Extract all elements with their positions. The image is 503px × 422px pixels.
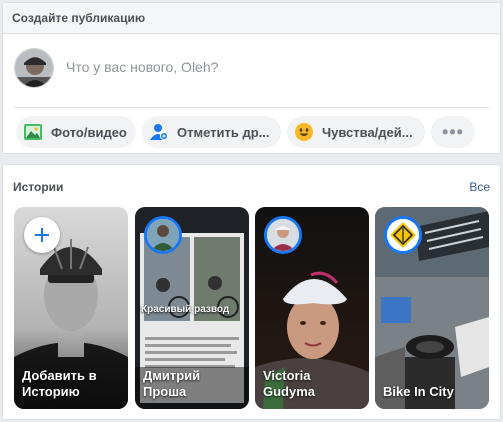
story-card-bike-in-city[interactable]: Bike In City — [375, 207, 489, 409]
tag-friends-icon — [148, 121, 170, 143]
story-card-victoria[interactable]: Victoria Gudyma — [255, 207, 369, 409]
see-all-stories-link[interactable]: Все — [469, 180, 490, 194]
create-post-card: Создайте публикацию Что у вас нового, Ol… — [2, 2, 501, 154]
story-caption: Красивый развод — [141, 304, 230, 315]
tag-friends-label: Отметить др... — [177, 124, 270, 140]
add-story-plus-icon[interactable] — [24, 217, 60, 253]
story-name: Bike In City — [383, 384, 454, 399]
feeling-activity-label: Чувства/дей... — [322, 124, 413, 140]
feeling-activity-button[interactable]: Чувства/дей... — [287, 116, 425, 148]
composer-body: Что у вас нового, Oleh? — [3, 34, 500, 106]
story-name: Добавить в Историю — [22, 368, 97, 399]
story-card-dmitriy[interactable]: Красивый развод Дмитрий Проша — [135, 207, 249, 409]
more-options-button[interactable]: ••• — [431, 116, 475, 148]
photo-video-button[interactable]: Фото/видео — [16, 116, 136, 148]
tag-friends-button[interactable]: Отметить др... — [142, 116, 281, 148]
story-author-avatar — [264, 216, 302, 254]
stories-title: Истории — [13, 180, 64, 194]
story-author-avatar — [144, 216, 182, 254]
composer-actions: Фото/видео Отметить др... Чувства/дей...… — [16, 116, 475, 148]
divider — [14, 107, 489, 108]
feeling-emoji-icon — [293, 121, 315, 143]
stories-card: Истории Все Добавить в Историю Красивый … — [2, 164, 501, 420]
story-name: Victoria Gudyma — [263, 368, 316, 399]
create-post-title: Создайте публикацию — [3, 3, 500, 34]
story-name: Дмитрий Проша — [143, 368, 201, 399]
more-icon: ••• — [442, 121, 464, 142]
add-to-story-card[interactable]: Добавить в Историю — [14, 207, 128, 409]
photo-video-label: Фото/видео — [51, 124, 127, 140]
post-input[interactable]: Что у вас нового, Oleh? — [66, 59, 218, 75]
user-avatar[interactable] — [14, 48, 54, 88]
photo-icon — [22, 121, 44, 143]
bike-in-city-logo-avatar — [384, 216, 422, 254]
